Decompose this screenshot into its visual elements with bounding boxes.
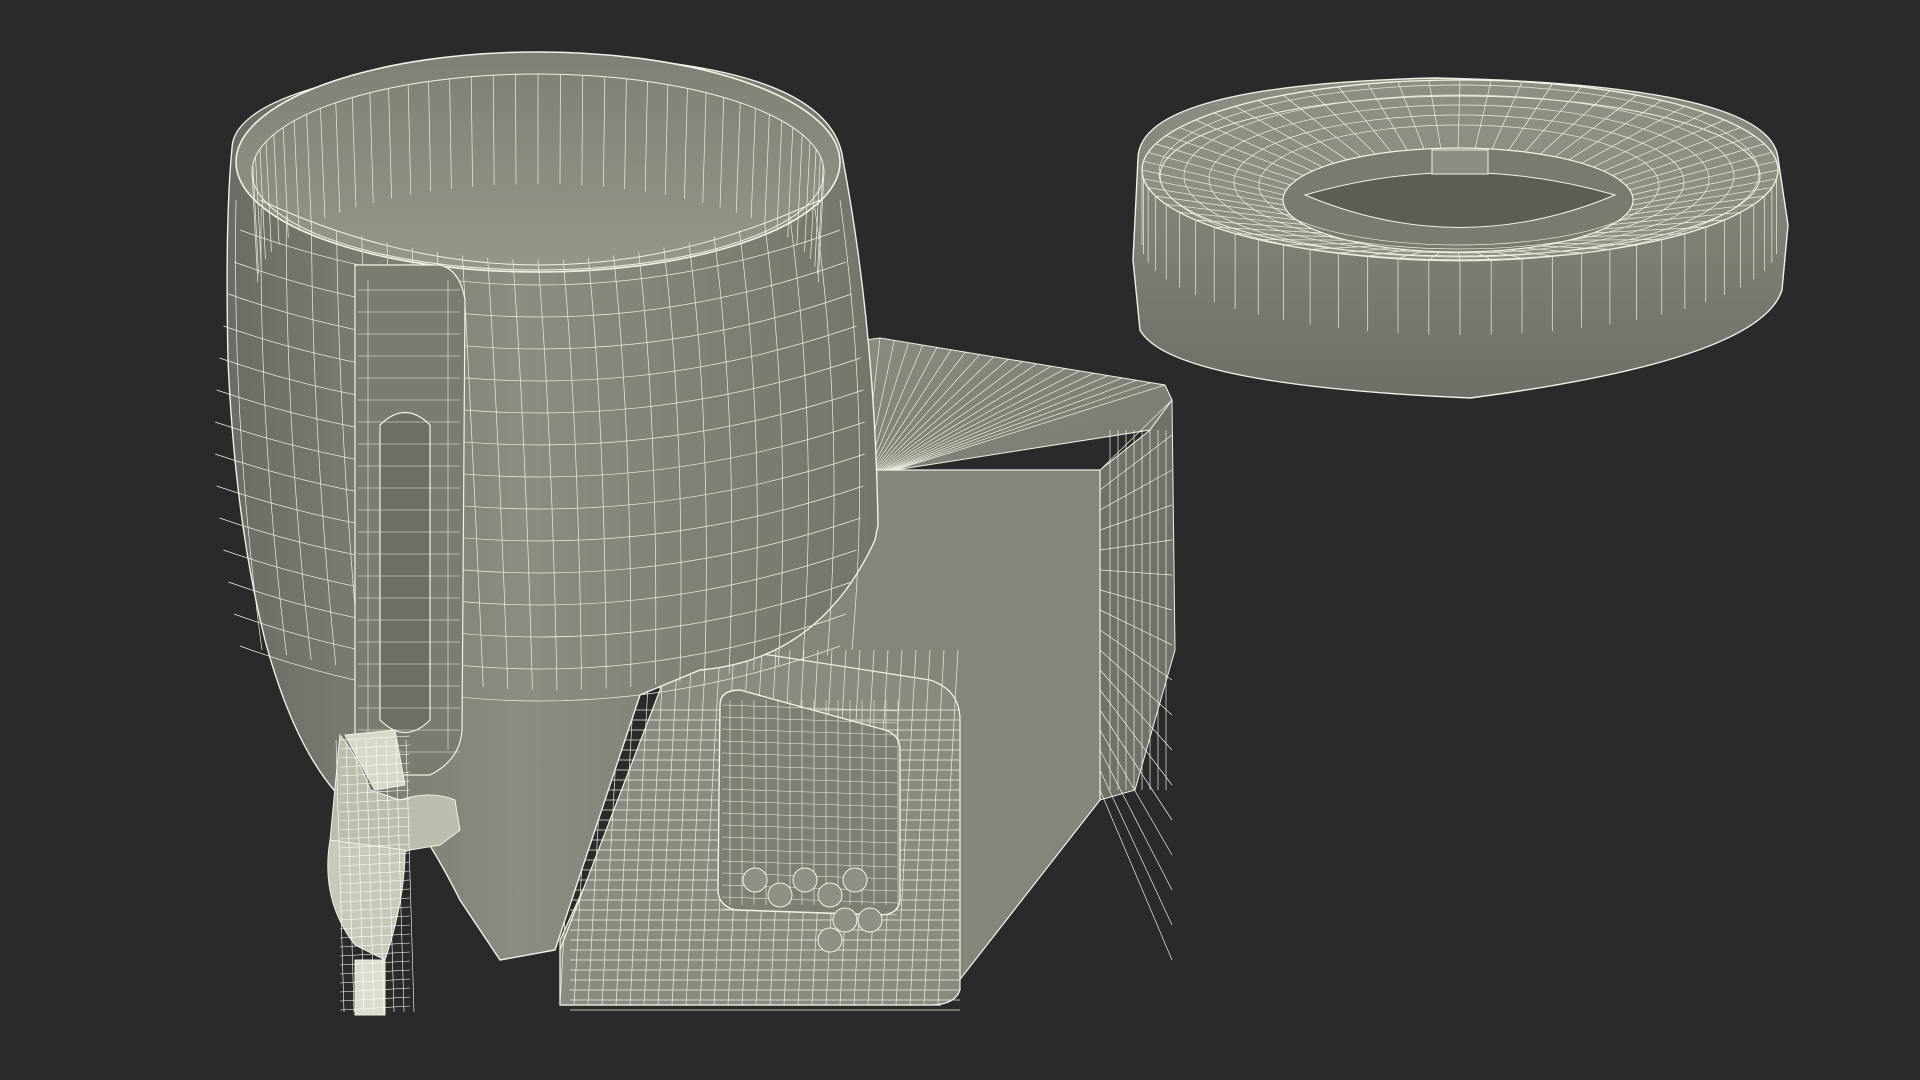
lid <box>1132 77 1789 399</box>
wireframe-scene <box>215 51 1789 1016</box>
wireframe-render-viewport <box>0 0 1920 1080</box>
